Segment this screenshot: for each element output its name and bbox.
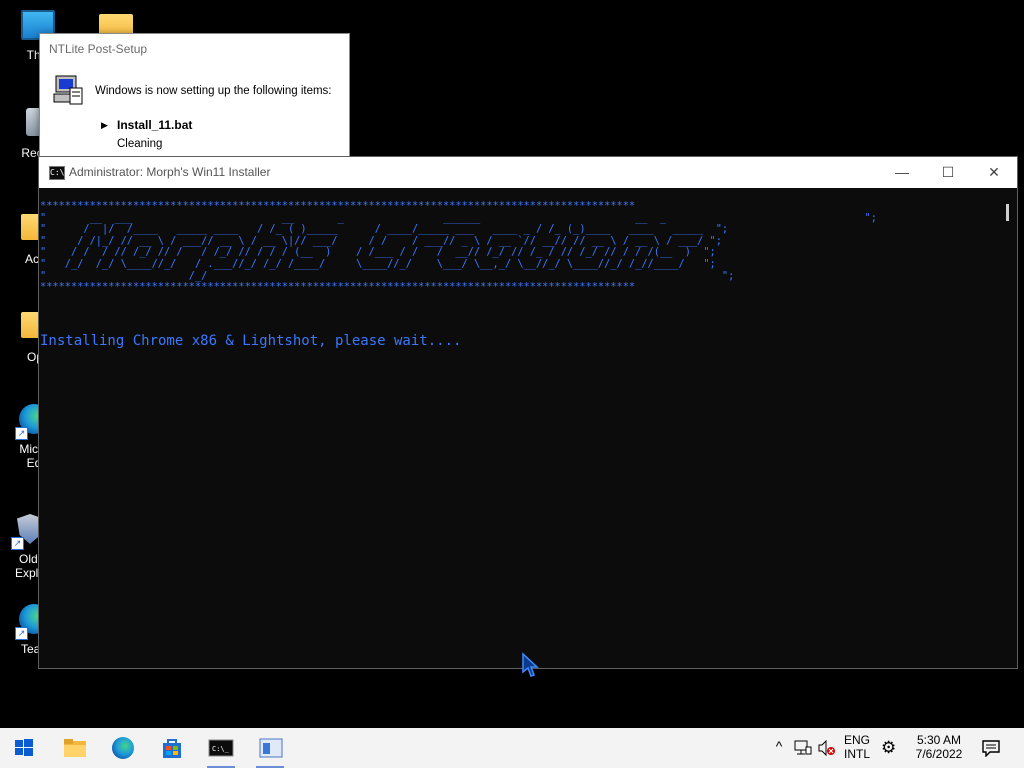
bullet-arrow-icon: ▶: [101, 120, 108, 130]
ascii-banner: ****************************************…: [40, 200, 877, 294]
clock-date: 7/6/2022: [915, 747, 963, 761]
console-window-title: Administrator: Morph's Win11 Installer: [69, 165, 271, 179]
notifications-icon[interactable]: [982, 739, 1000, 762]
window-icon: [259, 737, 283, 759]
minimize-button[interactable]: —: [879, 157, 925, 188]
ntlite-post-setup-window[interactable]: NTLite Post-Setup Windows is now setting…: [39, 33, 350, 163]
maximize-button[interactable]: ☐: [925, 157, 971, 188]
scrollbar-thumb[interactable]: [1006, 204, 1009, 221]
settings-gear-icon[interactable]: ⚙: [881, 738, 896, 758]
console-status-line: Installing Chrome x86 & Lightshot, pleas…: [40, 333, 462, 349]
edge-icon: [112, 737, 134, 759]
taskbar-store[interactable]: [148, 728, 196, 768]
show-hidden-icons-chevron-icon[interactable]: ^: [770, 738, 788, 758]
clock-time: 5:30 AM: [916, 733, 962, 747]
shortcut-arrow-icon: ↗: [11, 537, 24, 550]
ntlite-current-item: Install_11.bat: [117, 118, 193, 132]
close-button[interactable]: ✕: [971, 157, 1017, 188]
setup-computer-icon: [52, 74, 84, 108]
taskbar: C:\_ ^ ENG INTL ⚙ 5:30 AM 7/6/2022: [0, 728, 1024, 768]
start-button[interactable]: [0, 728, 48, 768]
volume-muted-icon[interactable]: [818, 739, 836, 761]
network-icon[interactable]: [794, 740, 812, 761]
taskbar-terminal[interactable]: C:\_: [197, 728, 245, 768]
taskbar-ntlite[interactable]: [246, 728, 294, 768]
shortcut-arrow-icon: ↗: [15, 627, 28, 640]
ntlite-item-status: Cleaning: [117, 138, 163, 150]
taskbar-edge[interactable]: [99, 728, 147, 768]
shortcut-arrow-icon: ↗: [15, 427, 28, 440]
language-code: ENG: [843, 733, 870, 747]
console-scrollbar[interactable]: [1000, 188, 1017, 668]
cmd-icon: C:\_: [208, 737, 234, 759]
store-icon: [161, 737, 183, 759]
cmd-icon: C:\: [49, 166, 65, 180]
ntlite-message: Windows is now setting up the following …: [95, 85, 332, 97]
mouse-cursor-icon: [521, 652, 539, 683]
svg-text:C:\_: C:\_: [212, 745, 230, 753]
console-titlebar[interactable]: C:\ Administrator: Morph's Win11 Install…: [39, 157, 1017, 188]
clock[interactable]: 5:30 AM 7/6/2022: [906, 733, 972, 761]
taskbar-file-explorer[interactable]: [50, 728, 98, 768]
console-window[interactable]: C:\ Administrator: Morph's Win11 Install…: [38, 156, 1018, 669]
windows-logo-icon: [13, 737, 35, 759]
keyboard-layout: INTL: [843, 747, 870, 761]
ntlite-window-title: NTLite Post-Setup: [49, 42, 148, 56]
language-indicator[interactable]: ENG INTL: [840, 733, 874, 761]
folder-icon: [63, 737, 86, 759]
console-output[interactable]: ****************************************…: [39, 188, 1000, 668]
